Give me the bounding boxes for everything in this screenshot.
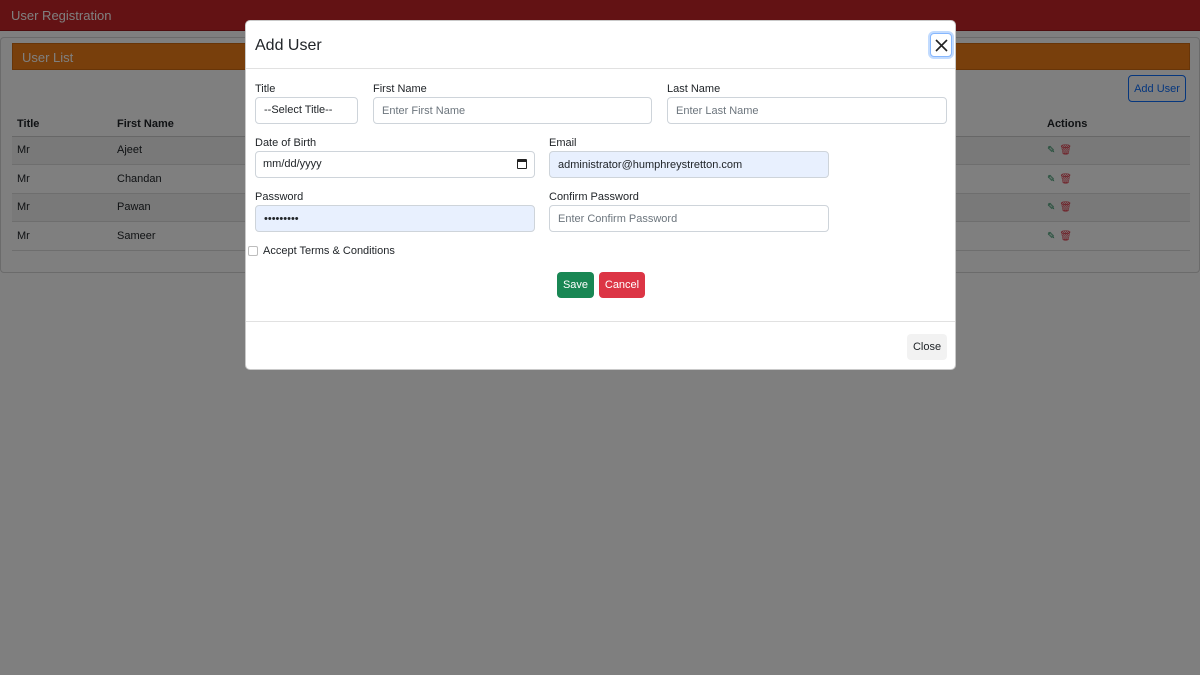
title-select[interactable]: --Select Title-- <box>255 97 358 124</box>
last-name-label: Last Name <box>667 83 721 95</box>
close-icon[interactable] <box>930 33 952 57</box>
first-name-input[interactable] <box>373 97 652 124</box>
modal-header: Add User <box>246 21 955 69</box>
add-user-modal: Add User Title --Select Title-- First Na… <box>245 20 956 370</box>
confirm-password-label: Confirm Password <box>549 191 639 203</box>
save-button[interactable]: Save <box>557 272 594 298</box>
modal-title: Add User <box>255 37 322 54</box>
password-label: Password <box>255 191 304 203</box>
close-button[interactable]: Close <box>907 334 947 360</box>
dob-input[interactable]: mm/dd/yyyy <box>255 151 535 178</box>
calendar-icon[interactable] <box>517 159 527 169</box>
confirm-password-input[interactable] <box>549 205 829 232</box>
last-name-input[interactable] <box>667 97 947 124</box>
terms-checkbox[interactable] <box>248 246 258 256</box>
email-input[interactable] <box>549 151 829 178</box>
dob-value: mm/dd/yyyy <box>263 158 322 170</box>
cancel-button[interactable]: Cancel <box>599 272 645 298</box>
first-name-label: First Name <box>373 83 427 95</box>
title-select-value: --Select Title-- <box>264 104 333 116</box>
password-input[interactable] <box>255 205 535 232</box>
modal-footer: Close <box>246 321 955 369</box>
dob-label: Date of Birth <box>255 137 317 149</box>
terms-label: Accept Terms & Conditions <box>263 245 395 257</box>
email-label: Email <box>549 137 577 149</box>
title-label: Title <box>255 83 276 95</box>
